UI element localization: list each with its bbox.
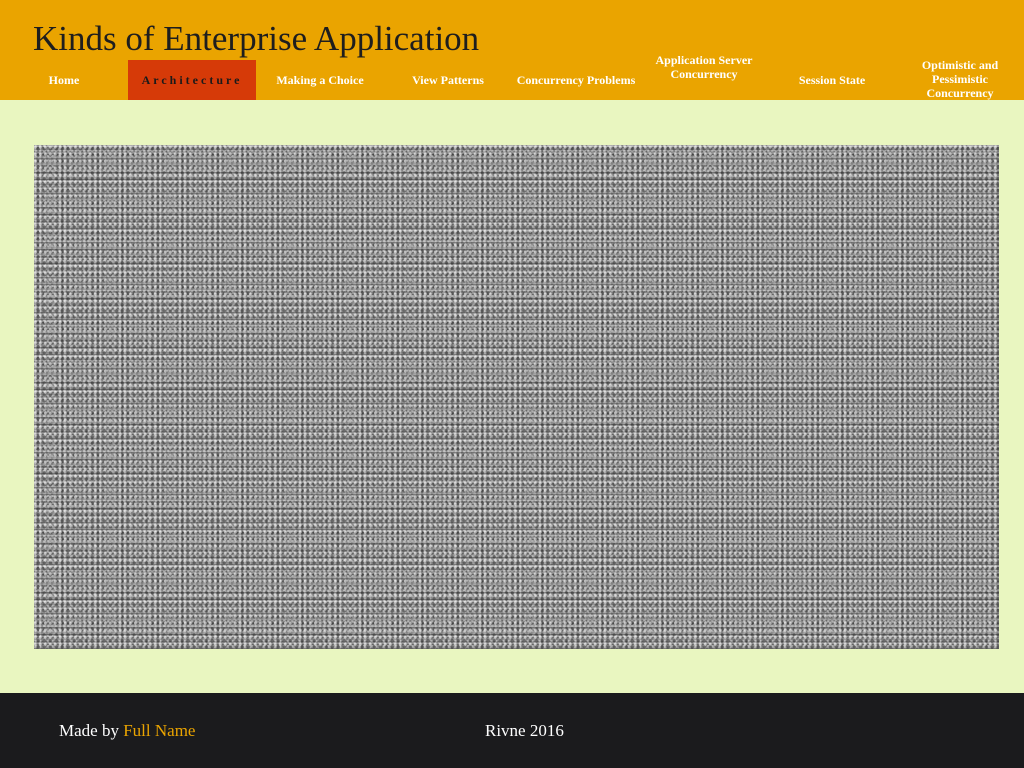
nav-item-session-state[interactable]: Session State: [768, 60, 896, 100]
main-nav: Home Architecture Making a Choice View P…: [0, 53, 1024, 100]
nav-item-architecture[interactable]: Architecture: [128, 60, 256, 100]
footer-location-year: Rivne 2016: [485, 721, 564, 740]
site-title: Kinds of Enterprise Application: [33, 19, 480, 58]
nav-item-view-patterns[interactable]: View Patterns: [384, 60, 512, 100]
made-by-text: Made by: [59, 721, 124, 740]
nav-item-making-a-choice[interactable]: Making a Choice: [256, 60, 384, 100]
nav-item-optimistic-pessimistic-concurrency[interactable]: Optimistic and Pessimistic Concurrency: [896, 58, 1024, 100]
footer-credit: Made by Full Name: [59, 721, 195, 741]
site-footer: Made by Full Name Rivne 2016: [0, 693, 1024, 768]
site-header: Kinds of Enterprise Application Home Arc…: [0, 0, 1024, 100]
nav-item-home[interactable]: Home: [0, 60, 128, 100]
author-link[interactable]: Full Name: [123, 721, 195, 740]
hero-noise-image: [34, 145, 999, 649]
page: Kinds of Enterprise Application Home Arc…: [0, 0, 1024, 768]
nav-item-application-server-concurrency[interactable]: Application Server Concurrency: [640, 47, 768, 87]
nav-item-concurrency-problems[interactable]: Concurrency Problems: [512, 60, 640, 100]
